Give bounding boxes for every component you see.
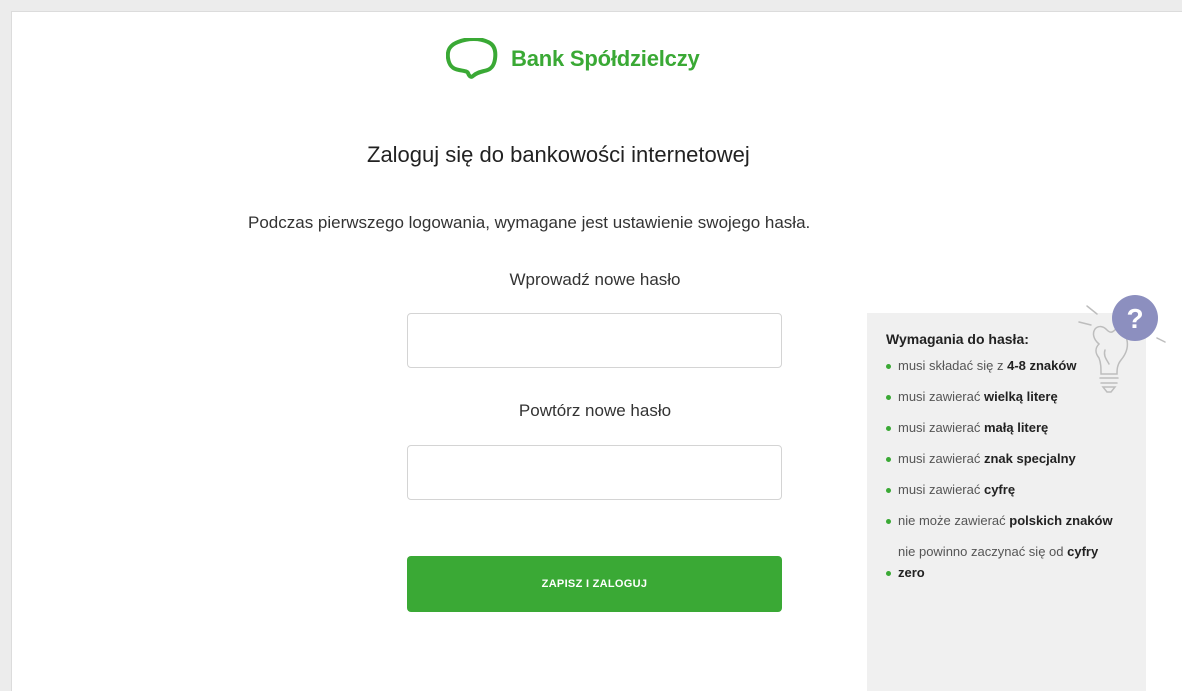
bullet-icon [886,519,891,524]
lightbulb-question-icon: ? [1078,295,1166,393]
requirement-item: musi zawierać małą literę [886,417,1120,438]
repeat-password-label: Powtórz nowe hasło [518,401,672,420]
bullet-icon [886,426,891,431]
bullet-icon [886,364,891,369]
requirement-text: musi zawierać [898,482,984,497]
bank-logo: Bank Spółdzielczy [446,38,700,80]
requirement-text: musi składać się z [898,358,1008,373]
bullet-icon [886,395,891,400]
requirement-text: nie może zawierać [898,513,1010,528]
bank-name: Bank Spółdzielczy [511,46,700,71]
requirement-emphasis: wielką literę [983,389,1058,404]
requirement-item: nie powinno zaczynać się od cyfry zero [886,541,1120,583]
new-password-label: Wprowadź nowe hasło [509,270,681,289]
requirement-text: nie powinno zaczynać się od [898,544,1068,559]
requirement-text: musi zawierać [898,451,984,466]
requirement-emphasis: 4-8 znaków [1007,358,1077,373]
requirement-emphasis: znak specjalny [983,451,1076,466]
new-password-input[interactable] [407,313,782,368]
requirement-item: nie może zawierać polskich znaków [886,510,1120,531]
speech-bubble-logo-icon [446,38,498,79]
requirement-item: musi zawierać znak specjalny [886,448,1120,469]
svg-text:?: ? [1126,303,1143,334]
save-and-login-button[interactable]: ZAPISZ I ZALOGUJ [407,556,782,612]
bullet-icon [886,488,891,493]
requirement-text: musi zawierać [898,420,984,435]
requirement-item: musi zawierać cyfrę [886,479,1120,500]
repeat-password-input[interactable] [407,445,782,500]
requirement-emphasis: małą literę [983,420,1049,435]
requirement-emphasis: cyfrę [983,482,1016,497]
bullet-icon [886,571,891,576]
bullet-icon [886,457,891,462]
requirement-emphasis: polskich znaków [1009,513,1113,528]
page-title: Zaloguj się do bankowości internetowej [367,142,750,167]
first-login-info: Podczas pierwszego logowania, wymagane j… [248,213,811,232]
requirement-text: musi zawierać [898,389,984,404]
